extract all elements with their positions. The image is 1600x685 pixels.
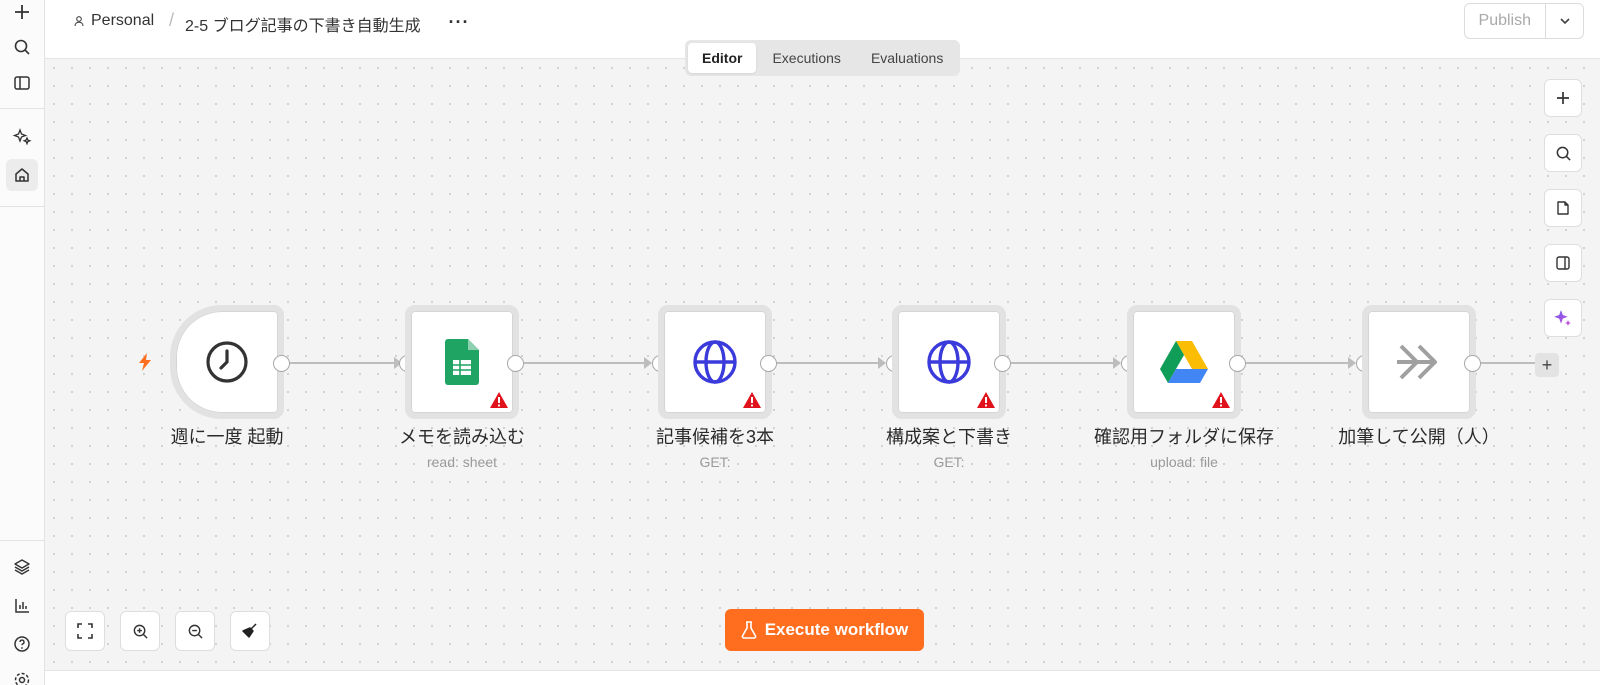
fit-view-icon[interactable] xyxy=(65,611,105,651)
settings-icon[interactable] xyxy=(6,664,38,685)
globe-icon xyxy=(693,340,737,384)
left-sidebar xyxy=(0,0,45,685)
node-manual-publish[interactable] xyxy=(1362,305,1476,419)
node-label: 構成案と下書き xyxy=(886,427,1012,447)
node-label: 確認用フォルダに保存 xyxy=(1094,427,1274,447)
globe-icon xyxy=(927,340,971,384)
templates-icon[interactable] xyxy=(6,551,38,583)
node-outline-draft[interactable] xyxy=(892,305,1006,419)
warning-icon xyxy=(490,392,508,408)
execute-workflow-button[interactable]: Execute workflow xyxy=(725,609,924,651)
side-panel-icon[interactable] xyxy=(1544,244,1582,282)
output-handle[interactable] xyxy=(760,355,777,372)
add-next-node-button[interactable]: + xyxy=(1535,353,1559,377)
sticky-note-icon[interactable] xyxy=(1544,189,1582,227)
breadcrumb-separator: / xyxy=(169,10,175,30)
view-tabs: Editor Executions Evaluations xyxy=(685,40,961,76)
node-label: 週に一度 起動 xyxy=(170,427,284,447)
add-icon[interactable] xyxy=(6,0,38,28)
trigger-bolt-icon xyxy=(136,352,154,377)
connection-edge[interactable] xyxy=(1011,362,1113,364)
connection-arrow xyxy=(644,357,652,369)
connection-arrow xyxy=(878,357,886,369)
node-label: 記事候補を3本 xyxy=(655,427,774,447)
google-drive-icon xyxy=(1160,341,1208,383)
connection-arrow xyxy=(1113,357,1121,369)
execute-label: Execute workflow xyxy=(764,620,909,639)
node-subtitle: read: sheet xyxy=(426,454,498,470)
ai-assistant-icon[interactable] xyxy=(1544,299,1582,337)
output-handle[interactable] xyxy=(1464,355,1481,372)
node-save-to-folder[interactable] xyxy=(1127,305,1241,419)
node-subtitle: GET: xyxy=(933,454,965,470)
breadcrumb-project[interactable]: Personal xyxy=(73,12,154,30)
warning-icon xyxy=(1212,392,1230,408)
user-icon xyxy=(74,16,84,27)
tab-executions[interactable]: Executions xyxy=(758,43,854,73)
panel-toggle-icon[interactable] xyxy=(6,67,38,99)
flask-icon xyxy=(741,621,757,639)
search-icon[interactable] xyxy=(6,31,38,63)
connection-arrow xyxy=(1348,357,1356,369)
workflow-header: Personal / 2-5 ブログ記事の下書き自動生成 ··· Publish xyxy=(45,0,1600,44)
node-read-memo[interactable] xyxy=(405,305,519,419)
output-handle[interactable] xyxy=(994,355,1011,372)
chevron-down-icon[interactable] xyxy=(1545,4,1583,38)
publish-group: Publish xyxy=(1463,3,1584,39)
connection-edge[interactable] xyxy=(524,362,644,364)
tab-evaluations[interactable]: Evaluations xyxy=(857,43,957,73)
more-options-icon[interactable]: ··· xyxy=(447,10,471,34)
tab-editor[interactable]: Editor xyxy=(688,43,757,73)
output-handle[interactable] xyxy=(507,355,524,372)
connection-edge[interactable] xyxy=(1246,362,1348,364)
node-weekly-trigger[interactable] xyxy=(170,305,284,419)
project-label: Personal xyxy=(91,12,155,29)
connection-edge[interactable] xyxy=(290,362,395,364)
connection-edge[interactable] xyxy=(1481,362,1536,364)
add-node-icon[interactable] xyxy=(1544,79,1582,117)
tidy-up-broom-icon[interactable] xyxy=(230,611,270,651)
clock-icon xyxy=(206,341,248,383)
double-chevron-icon xyxy=(1397,344,1437,380)
workflow-name[interactable]: 2-5 ブログ記事の下書き自動生成 xyxy=(185,12,421,36)
home-icon[interactable] xyxy=(6,159,38,191)
help-icon[interactable] xyxy=(6,628,38,660)
sparkles-icon[interactable] xyxy=(6,121,38,153)
zoom-in-icon[interactable] xyxy=(120,611,160,651)
insights-chart-icon[interactable] xyxy=(6,590,38,622)
output-handle[interactable] xyxy=(1229,355,1246,372)
zoom-out-icon[interactable] xyxy=(175,611,215,651)
node-label: 加筆して公開（人） xyxy=(1338,427,1500,447)
bottom-panel-strip xyxy=(45,670,1600,685)
node-subtitle: GET: xyxy=(699,454,731,470)
warning-icon xyxy=(977,392,995,408)
node-label: メモを読み込む xyxy=(399,427,525,447)
workflow-title: 2-5 ブログ記事の下書き自動生成 xyxy=(185,18,421,35)
warning-icon xyxy=(743,392,761,408)
connection-edge[interactable] xyxy=(777,362,878,364)
node-subtitle: upload: file xyxy=(1150,454,1218,470)
publish-button[interactable]: Publish xyxy=(1465,4,1545,38)
node-article-candidates[interactable] xyxy=(658,305,772,419)
search-nodes-icon[interactable] xyxy=(1544,134,1582,172)
google-sheets-icon xyxy=(445,339,479,385)
output-handle[interactable] xyxy=(273,355,290,372)
